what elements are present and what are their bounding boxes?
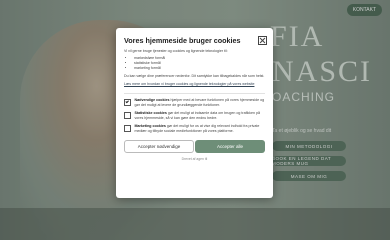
necessary-checkbox[interactable] [124, 99, 131, 106]
accept-all-button[interactable]: Accepter alle [195, 140, 265, 153]
option-title: Statistiske cookies [134, 111, 167, 115]
dialog-title: Vores hjemmeside bruger cookies [124, 36, 241, 45]
close-icon[interactable] [258, 36, 267, 45]
dialog-intro: Vi vil gerne bruge tjenester og cookies … [124, 49, 228, 53]
marketing-checkbox[interactable] [124, 125, 131, 132]
accept-necessary-button[interactable]: Accepter nødvendige [124, 140, 194, 153]
consent-text: Du kan vælge dine præferencer nedenfor. … [124, 74, 265, 78]
option-marketing: Marketing cookies gør det muligt for os … [124, 124, 265, 134]
option-statistics: Statistiske cookies gør det muligt at in… [124, 111, 265, 121]
option-title: Marketing cookies [134, 124, 166, 128]
divider [124, 93, 265, 94]
cookie-dialog: Vores hjemmeside bruger cookies Vi vil g… [116, 28, 273, 198]
statistics-checkbox[interactable] [124, 112, 131, 119]
cookie-policy-link[interactable]: Læs mere om hvordan vi bruger cookies og… [124, 82, 265, 87]
powered-by: Drevet af agen til [181, 157, 208, 161]
option-title: Nødvendige cookies [134, 98, 170, 102]
purpose-list: markedsføre formål statistiske formål ma… [134, 56, 265, 71]
option-necessary: Nødvendige cookies hjælper med at bevare… [124, 98, 265, 108]
purpose-item: marketing formål [134, 66, 265, 71]
button-row: Accepter nødvendige Accepter alle [124, 140, 265, 153]
